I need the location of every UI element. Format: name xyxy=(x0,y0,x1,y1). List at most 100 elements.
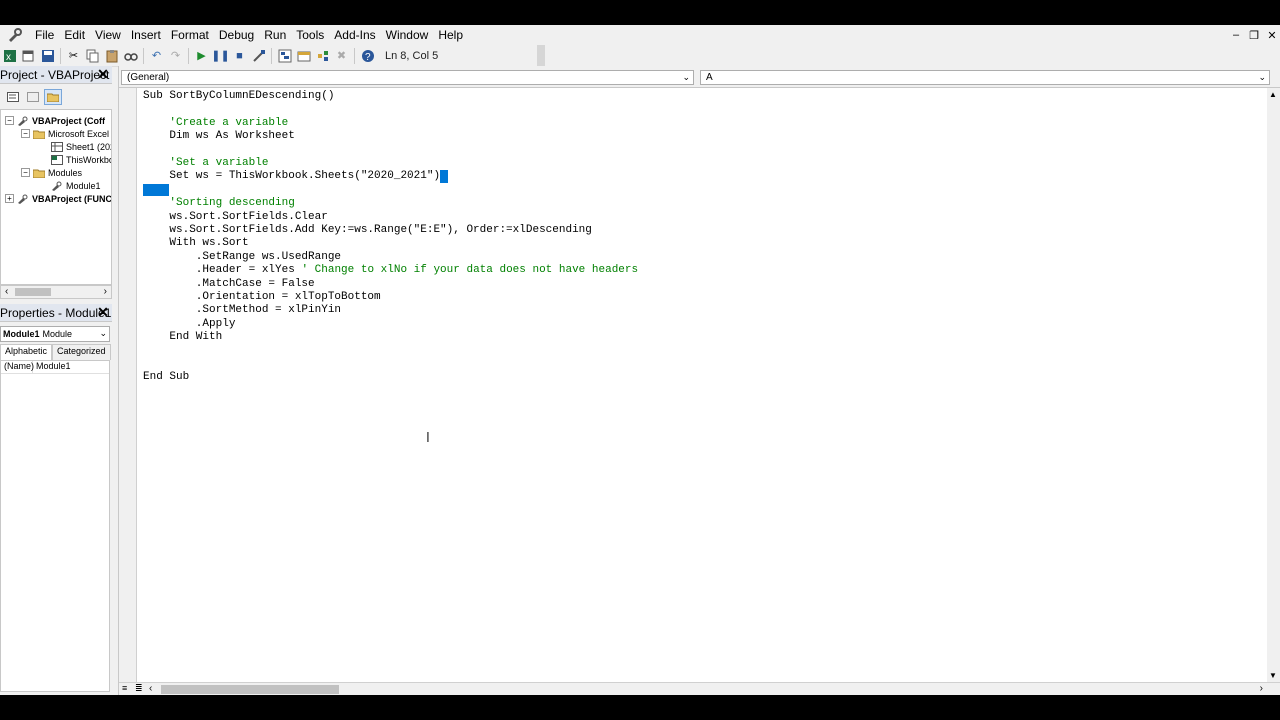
tree-node-module1[interactable]: Module1 xyxy=(51,179,101,192)
scrollbar-thumb[interactable] xyxy=(15,288,51,296)
minimize-icon[interactable]: – xyxy=(1228,29,1244,41)
close-icon[interactable]: ✕ xyxy=(96,67,110,81)
menu-bar: File Edit View Insert Format Debug Run T… xyxy=(0,25,1280,45)
menu-format[interactable]: Format xyxy=(166,25,214,45)
cut-icon[interactable]: ✂ xyxy=(64,47,83,65)
tree-node-microsoft-excel-objects[interactable]: − Microsoft Excel xyxy=(21,127,109,140)
menu-edit[interactable]: Edit xyxy=(59,25,90,45)
reset-icon[interactable]: ■ xyxy=(230,47,249,65)
design-mode-icon[interactable] xyxy=(249,47,268,65)
full-module-view-icon[interactable]: ≣ xyxy=(135,683,143,694)
object-type: Module xyxy=(42,329,73,339)
property-value[interactable]: Module1 xyxy=(33,361,71,373)
undo-icon[interactable]: ↶ xyxy=(147,47,166,65)
find-icon[interactable] xyxy=(121,47,140,65)
copy-icon[interactable] xyxy=(83,47,102,65)
project-explorer-icon[interactable] xyxy=(275,47,294,65)
tree-node-vbaproject-coffee[interactable]: − VBAProject (Coff xyxy=(5,114,105,127)
property-row-name[interactable]: (Name) Module1 xyxy=(1,361,109,374)
toggle-folders-icon[interactable] xyxy=(44,89,62,105)
toolbox-icon[interactable]: ✖ xyxy=(332,47,351,65)
menu-window[interactable]: Window xyxy=(381,25,434,45)
module-icon xyxy=(51,181,63,191)
code-line[interactable]: 'Create a variable xyxy=(143,117,288,130)
help-icon[interactable]: ? xyxy=(358,47,377,65)
tree-node-label: VBAProject (FUNC xyxy=(32,193,112,204)
code-editor[interactable]: Sub SortByColumnEDescending() 'Create a … xyxy=(143,90,1263,680)
code-line[interactable]: ws.Sort.SortFields.Clear xyxy=(143,211,327,224)
close-icon[interactable]: ✕ xyxy=(96,305,110,319)
menu-add-ins[interactable]: Add-Ins xyxy=(329,25,380,45)
code-line[interactable]: Set ws = ThisWorkbook.Sheets("2020_2021"… xyxy=(143,170,449,183)
code-line[interactable]: ws.Sort.SortFields.Add Key:=ws.Range("E:… xyxy=(143,224,591,237)
tree-node-thisworkbook[interactable]: ThisWorkbo xyxy=(51,153,111,166)
code-line[interactable]: Dim ws As Worksheet xyxy=(143,130,294,143)
toolbar-options-grip[interactable] xyxy=(537,45,545,67)
code-line[interactable]: .SetRange ws.UsedRange xyxy=(143,251,341,264)
code-text: End With xyxy=(143,331,223,343)
code-margin-indicator-bar[interactable] xyxy=(119,88,137,682)
code-line[interactable]: With ws.Sort xyxy=(143,237,248,250)
window-controls: – ❐ ✕ xyxy=(1226,25,1280,45)
toolbar-separator xyxy=(143,47,144,64)
insert-module-icon[interactable] xyxy=(19,47,38,65)
tree-node-modules[interactable]: − Modules xyxy=(21,166,82,179)
code-line[interactable]: .Orientation = xlTopToBottom xyxy=(143,291,381,304)
code-line[interactable]: .MatchCase = False xyxy=(143,278,315,291)
scroll-right-icon[interactable]: › xyxy=(1260,683,1263,694)
expand-icon[interactable]: + xyxy=(5,194,14,203)
code-line[interactable]: .Apply xyxy=(143,318,236,331)
code-line[interactable]: 'Set a variable xyxy=(143,157,268,170)
collapse-icon[interactable]: − xyxy=(5,116,14,125)
procedure-view-icon[interactable]: ≡ xyxy=(122,683,127,693)
menu-help[interactable]: Help xyxy=(433,25,468,45)
scroll-left-icon[interactable]: ‹ xyxy=(5,286,8,298)
chevron-down-icon: ⌄ xyxy=(682,72,690,82)
scroll-up-icon[interactable]: ▲ xyxy=(1269,90,1277,99)
tab-alphabetic[interactable]: Alphabetic xyxy=(0,344,53,360)
object-combo[interactable]: (General) ⌄ xyxy=(121,70,694,85)
code-text: .SetRange ws.UsedRange xyxy=(143,251,342,263)
tree-node-vbaproject-func[interactable]: + VBAProject (FUNC xyxy=(5,192,112,205)
view-object-icon[interactable] xyxy=(24,89,42,105)
save-icon[interactable] xyxy=(38,47,57,65)
break-icon[interactable]: ❚❚ xyxy=(211,47,230,65)
menu-run[interactable]: Run xyxy=(259,25,291,45)
collapse-icon[interactable]: − xyxy=(21,168,30,177)
tab-categorized[interactable]: Categorized xyxy=(52,344,111,360)
project-explorer-toolbar xyxy=(0,85,112,109)
run-icon[interactable]: ▶ xyxy=(192,47,211,65)
menu-debug[interactable]: Debug xyxy=(214,25,259,45)
procedure-combo[interactable]: A ⌄ xyxy=(700,70,1270,85)
scrollbar-thumb[interactable] xyxy=(161,685,339,694)
menu-tools[interactable]: Tools xyxy=(291,25,329,45)
excel-view-icon[interactable]: x xyxy=(0,47,19,65)
properties-window-icon[interactable] xyxy=(294,47,313,65)
code-line[interactable]: End Sub xyxy=(143,371,189,384)
code-horizontal-scrollbar[interactable]: ≡ ≣ ‹ › xyxy=(119,682,1280,695)
code-line[interactable]: .SortMethod = xlPinYin xyxy=(143,304,341,317)
tree-node-sheet1[interactable]: Sheet1 (202 xyxy=(51,140,111,153)
restore-icon[interactable]: ❐ xyxy=(1246,29,1262,42)
scroll-down-icon[interactable]: ▼ xyxy=(1269,671,1277,680)
menu-insert[interactable]: Insert xyxy=(126,25,166,45)
code-vertical-scrollbar[interactable]: ▲ ▼ xyxy=(1267,88,1280,682)
code-line[interactable]: Sub SortByColumnEDescending() xyxy=(143,90,334,103)
view-code-icon[interactable] xyxy=(4,89,22,105)
scroll-right-icon[interactable]: › xyxy=(104,286,107,298)
project-tree-scrollbar[interactable]: ‹ › xyxy=(0,285,112,299)
menu-view[interactable]: View xyxy=(90,25,126,45)
properties-object-select[interactable]: Module1 Module ⌄ xyxy=(0,326,110,342)
object-browser-icon[interactable] xyxy=(313,47,332,65)
menu-file[interactable]: File xyxy=(30,25,59,45)
code-line[interactable]: End With xyxy=(143,331,222,344)
scroll-left-icon[interactable]: ‹ xyxy=(149,683,152,694)
vba-app-icon[interactable] xyxy=(6,26,24,44)
collapse-icon[interactable]: − xyxy=(21,129,30,138)
redo-icon[interactable]: ↷ xyxy=(166,47,185,65)
code-line[interactable]: 'Sorting descending xyxy=(143,197,294,210)
code-line[interactable]: .Header = xlYes ' Change to xlNo if your… xyxy=(143,264,638,277)
close-icon[interactable]: ✕ xyxy=(1264,29,1280,42)
paste-icon[interactable] xyxy=(102,47,121,65)
